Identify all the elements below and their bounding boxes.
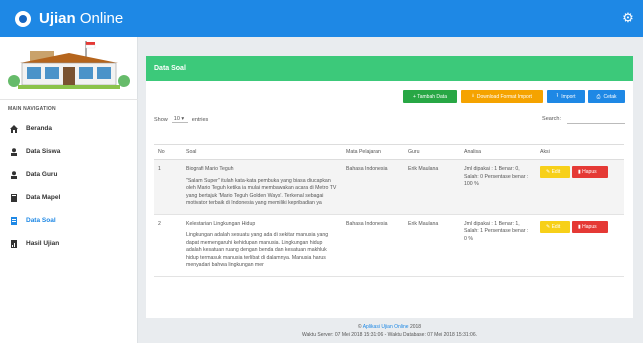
server-time: Waktu Server: 07 Mei 2018 15:31:06 - Wak… (301, 331, 477, 338)
column-header[interactable]: No (154, 144, 182, 160)
home-icon (10, 124, 18, 133)
report-icon (10, 239, 18, 248)
table-header-row: No Soal Mata Pelajaran Guru Analisa Aksi (154, 144, 624, 160)
search-control: Search: (542, 114, 625, 124)
sidebar-item-data-soal[interactable]: Data Soal (0, 209, 137, 232)
sidebar-item-beranda[interactable]: Beranda (0, 117, 137, 140)
search-label: Search: (542, 116, 561, 122)
hapus-button[interactable]: ▮ Hapus (572, 220, 608, 233)
column-header[interactable]: Guru (404, 144, 460, 160)
entries-control: Show 10 ▾ entries (154, 116, 209, 123)
hapus-button[interactable]: ▮ Hapus (572, 166, 608, 178)
upload-icon: ⭱ (556, 92, 559, 99)
toolbar: + Tambah Data ⭳ Download Format Import ⭱ I… (146, 81, 633, 111)
app-link[interactable]: Aplikasi Ujian Online (363, 324, 409, 330)
column-header[interactable]: Soal (182, 144, 342, 160)
sidebar-item-label: Data Guru (26, 171, 58, 178)
data-soal-panel: Data Soal + Tambah Data ⭳ Download Format… (146, 56, 633, 318)
aksi-cell: ✎ Edit ▮ Hapus (536, 159, 624, 215)
gear-icon[interactable]: ⚙ (621, 11, 635, 25)
soal-table: No Soal Mata Pelajaran Guru Analisa Aksi… (154, 144, 624, 277)
trash-icon: ▮ (578, 169, 581, 175)
cetak-button[interactable]: ⎙ Cetak (588, 90, 625, 103)
footer-credit: © Aplikasi Ujian Online 2018 (357, 324, 422, 330)
soal-body: Lingkungan adalah sesuatu yang ada di se… (186, 232, 329, 269)
panel-title: Data Soal (146, 56, 633, 81)
download-format-button[interactable]: ⭳ Download Format Import (461, 90, 543, 103)
column-header[interactable]: Mata Pelajaran (342, 144, 404, 160)
pencil-icon: ✎ (546, 223, 551, 230)
mapel-cell: Bahasa Indonesia (342, 159, 404, 215)
search-input[interactable] (567, 114, 625, 124)
edit-button[interactable]: ✎ Edit (540, 220, 570, 233)
sidebar-item-label: Beranda (26, 125, 53, 132)
entries-select[interactable]: 10 ▾ (171, 116, 188, 123)
soal-cell: Kelestarian Lingkungan Hidup Lingkungan … (182, 214, 342, 277)
sidebar-item-label: Hasil Ujian (26, 240, 60, 247)
school-illustration (0, 37, 138, 100)
soal-body: "Salam Super" itulah kata-kata pembuka y… (186, 177, 337, 207)
pencil-icon: ✎ (546, 169, 551, 175)
nav-header: MAIN NAVIGATION (8, 106, 56, 112)
tambah-data-button[interactable]: + Tambah Data (403, 90, 457, 103)
sidebar-item-hasil-ujian[interactable]: Hasil Ujian (0, 232, 137, 255)
user-icon (10, 170, 18, 179)
brand[interactable]: Ujian Online (0, 10, 123, 27)
guru-cell: Erik Maulana (404, 159, 460, 215)
column-header[interactable]: Aksi (536, 144, 624, 160)
trash-icon: ▮ (578, 223, 581, 230)
guru-cell: Erik Maulana (404, 214, 460, 277)
table-row: 1 Biografi Mario Teguh "Salam Super" itu… (154, 159, 624, 215)
row-number: 2 (154, 214, 182, 277)
footer: © Aplikasi Ujian Online 2018 Waktu Serve… (146, 324, 633, 339)
sidebar-item-data-guru[interactable]: Data Guru (0, 163, 137, 186)
user-icon (10, 147, 18, 156)
analisa-cell: Jml dipakai : 1 Benar: 1, Salah: 1 Perse… (460, 214, 536, 277)
sidebar-item-data-siswa[interactable]: Data Siswa (0, 140, 137, 163)
analisa-cell: Jml dipakai : 1 Benar: 0, Salah: 0 Perse… (460, 159, 536, 215)
table-controls: Show 10 ▾ entries Search: (146, 111, 633, 133)
sidebar-item-label: Data Siswa (26, 148, 61, 155)
sidebar-item-data-mapel[interactable]: Data Mapel (0, 186, 137, 209)
sidebar-item-label: Data Soal (26, 217, 56, 224)
import-button[interactable]: ⭱ Import (547, 90, 585, 103)
table-row: 2 Kelestarian Lingkungan Hidup Lingkunga… (154, 214, 624, 277)
aksi-cell: ✎ Edit ▮ Hapus (536, 214, 624, 277)
sidebar-item-label: Data Mapel (26, 194, 61, 201)
print-icon: ⎙ (596, 93, 601, 100)
soal-cell: Biografi Mario Teguh "Salam Super" itula… (182, 159, 342, 215)
chevron-down-icon: ▾ (181, 116, 185, 122)
top-navbar: Ujian Online ⚙ (0, 0, 643, 37)
download-icon: ⭳ (472, 92, 474, 99)
soal-title: Kelestarian Lingkungan Hidup (186, 220, 256, 227)
edit-button[interactable]: ✎ Edit (540, 166, 570, 178)
column-header[interactable]: Analisa (460, 144, 536, 160)
row-number: 1 (154, 159, 182, 215)
mapel-cell: Bahasa Indonesia (342, 214, 404, 277)
document-icon (10, 216, 18, 225)
globe-logo-icon (15, 10, 31, 27)
book-icon (10, 193, 18, 202)
soal-title: Biografi Mario Teguh (186, 166, 234, 172)
app-title: Ujian Online (39, 10, 124, 27)
sidebar: MAIN NAVIGATION Beranda Data Siswa Data … (0, 37, 138, 343)
